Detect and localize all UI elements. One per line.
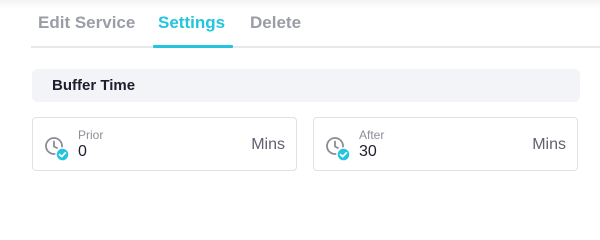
prior-input[interactable] [78,143,198,161]
after-unit: Mins [532,136,566,153]
tab-edit-service[interactable]: Edit Service [38,13,135,33]
tab-delete[interactable]: Delete [250,13,301,33]
clock-check-icon [45,137,70,162]
after-input[interactable] [359,143,479,161]
after-label: After [359,128,385,142]
active-tab-indicator [153,45,233,48]
prior-unit: Mins [251,136,285,153]
section-title: Buffer Time [52,77,136,94]
buffer-time-header: Buffer Time [32,69,580,102]
after-buffer-field[interactable]: After Mins [313,117,578,171]
clock-check-icon [326,137,351,162]
tab-settings[interactable]: Settings [158,13,225,33]
prior-buffer-field[interactable]: Prior Mins [32,117,297,171]
prior-label: Prior [78,128,104,142]
